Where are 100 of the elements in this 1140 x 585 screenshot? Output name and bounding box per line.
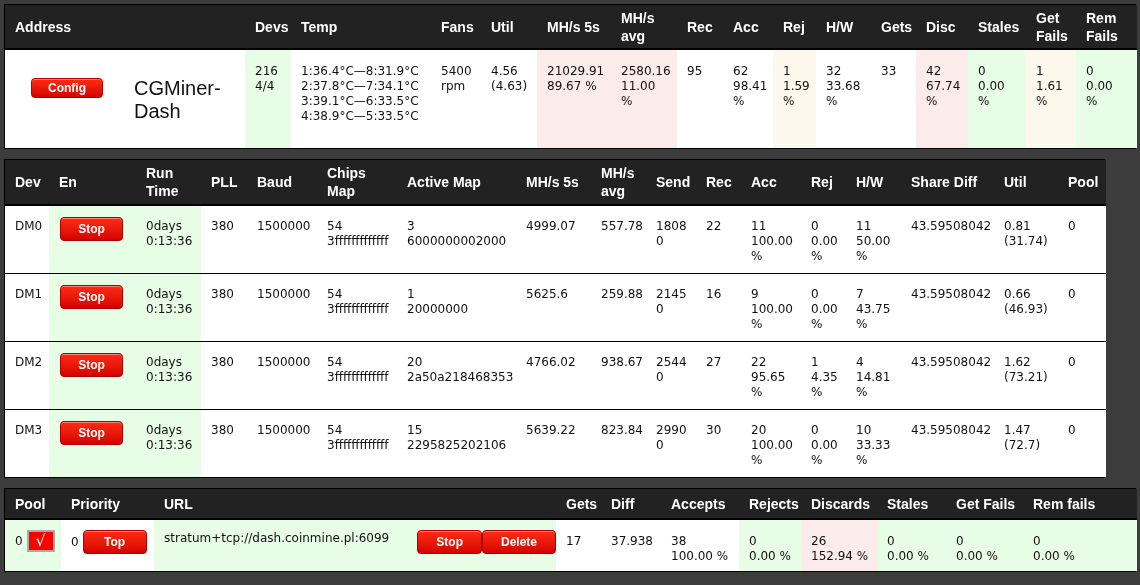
column-header: Disc (916, 5, 968, 49)
action-button[interactable]: Stop (60, 217, 123, 241)
column-header: Acc (723, 5, 773, 49)
table-cell: 9 100.00 % (741, 273, 801, 341)
action-button[interactable]: Top (82, 530, 147, 554)
table-cell: 22 95.65 % (741, 341, 801, 409)
column-header: Discards (801, 489, 877, 519)
action-button[interactable]: Stop (60, 352, 123, 377)
column-header: En (49, 160, 136, 205)
table-cell: 938.67 (591, 341, 646, 409)
table-cell: 380 (201, 273, 247, 341)
table-cell: 11 50.00 % (846, 205, 901, 273)
table-cell: 0days 0:13:36 (136, 409, 201, 477)
action-button[interactable]: Config (31, 78, 103, 98)
column-header: Diff (601, 489, 661, 519)
table-cell: 1.62 (73.21) (994, 341, 1058, 409)
table-cell: 26 152.94 % (801, 519, 877, 571)
table-cell: 1 20000000 (397, 273, 516, 341)
column-header: Stales (968, 5, 1026, 49)
column-header: Share Diff (901, 160, 994, 205)
table-cell: 43.59508042 (901, 205, 994, 273)
table-cell: 0days 0:13:36 (136, 273, 201, 341)
table-cell: 1500000 (247, 205, 317, 273)
table-cell: 2580.16 11.00 % (611, 49, 677, 148)
column-header: Temp (291, 5, 431, 49)
column-header: Stales (877, 489, 946, 519)
column-header: Priority (61, 489, 154, 519)
table-cell: 11 100.00 % (741, 205, 801, 273)
device-name: CGMiner-Dash (134, 77, 222, 123)
column-header: Active Map (397, 160, 516, 205)
table-cell: 54 3fffffffffffff (317, 273, 397, 341)
column-header: Gets (871, 5, 916, 49)
column-header: Rec (677, 5, 723, 49)
table-cell: 259.88 (591, 273, 646, 341)
table-cell: 1 1.59 % (773, 49, 816, 148)
table-cell: DM0 (5, 205, 49, 273)
column-header: Devs (245, 5, 291, 49)
table-cell: 16 (696, 273, 741, 341)
table-cell: 1500000 (247, 273, 317, 341)
table-cell: 95 (677, 49, 723, 148)
table-cell: 3 6000000002000 (397, 205, 516, 273)
column-header: Acc (741, 160, 801, 205)
table-cell: DM1 (5, 273, 49, 341)
table-cell: 54 3fffffffffffff (317, 341, 397, 409)
table-cell: 27 (696, 341, 741, 409)
table-cell: 380 (201, 341, 247, 409)
table-cell: 557.78 (591, 205, 646, 273)
table-cell: 5625.6 (516, 273, 591, 341)
cell-text: 0 (15, 533, 23, 550)
table-cell: 4766.02 (516, 341, 591, 409)
column-header: H/W (846, 160, 901, 205)
table-cell: 0 0.00 % (1076, 49, 1137, 148)
table-cell: 0 0.00 % (946, 519, 1023, 571)
table-cell: 0days 0:13:36 (136, 205, 201, 273)
column-header: H/W (816, 5, 871, 49)
action-button[interactable]: Delete (481, 530, 556, 554)
table-cell: 1808 0 (646, 205, 696, 273)
table-cell: 0 0.00 % (739, 519, 801, 571)
table-cell: 2544 0 (646, 341, 696, 409)
table-cell: 0 0.00 % (801, 205, 846, 273)
action-button[interactable]: Stop (60, 420, 123, 445)
table-cell: 0 (1058, 205, 1106, 273)
action-button[interactable]: Stop (60, 284, 123, 309)
table-cell: 0 0.00 % (1023, 519, 1137, 571)
table-cell: 1500000 (247, 341, 317, 409)
column-header: Send (646, 160, 696, 205)
column-header: Rejects (739, 489, 801, 519)
table-cell: DM3 (5, 409, 49, 477)
column-header: MH/s avg (611, 5, 677, 49)
checkbox[interactable]: √ (26, 530, 55, 552)
table-cell: 54 3fffffffffffff (317, 205, 397, 273)
column-header: MH/s 5s (537, 5, 611, 49)
column-header: Chips Map (317, 160, 397, 205)
column-header: URL (154, 489, 556, 519)
table-cell: 21029.91 89.67 % (537, 49, 611, 148)
column-header: Accepts (661, 489, 739, 519)
table-cell: 42 67.74 % (916, 49, 968, 148)
table-cell: 38 100.00 % (661, 519, 739, 571)
table-cell: 0 (1058, 273, 1106, 341)
table-cell: 7 43.75 % (846, 273, 901, 341)
table-cell: 43.59508042 (901, 341, 994, 409)
cell-text: 0 (71, 534, 79, 551)
column-header: Baud (247, 160, 317, 205)
column-header: Fans (431, 5, 481, 49)
table-cell: 2145 0 (646, 273, 696, 341)
table-cell: 0 0.00 % (801, 273, 846, 341)
column-header: PLL (201, 160, 247, 205)
table-cell: 1 4.35 % (801, 341, 846, 409)
action-button[interactable]: Stop (417, 530, 482, 554)
column-header: Get Fails (946, 489, 1023, 519)
column-header: MH/s 5s (516, 160, 591, 205)
column-header: Dev (5, 160, 49, 205)
column-header: Util (994, 160, 1058, 205)
column-header: MH/s avg (591, 160, 646, 205)
column-header: Get Fails (1026, 5, 1076, 49)
column-header: Pool (5, 489, 61, 519)
table-cell: 0days 0:13:36 (136, 341, 201, 409)
cell-text: stratum+tcp://dash.coinmine.pl:6099 (164, 530, 391, 547)
table-cell: 380 (201, 205, 247, 273)
column-header: Pool (1058, 160, 1106, 205)
